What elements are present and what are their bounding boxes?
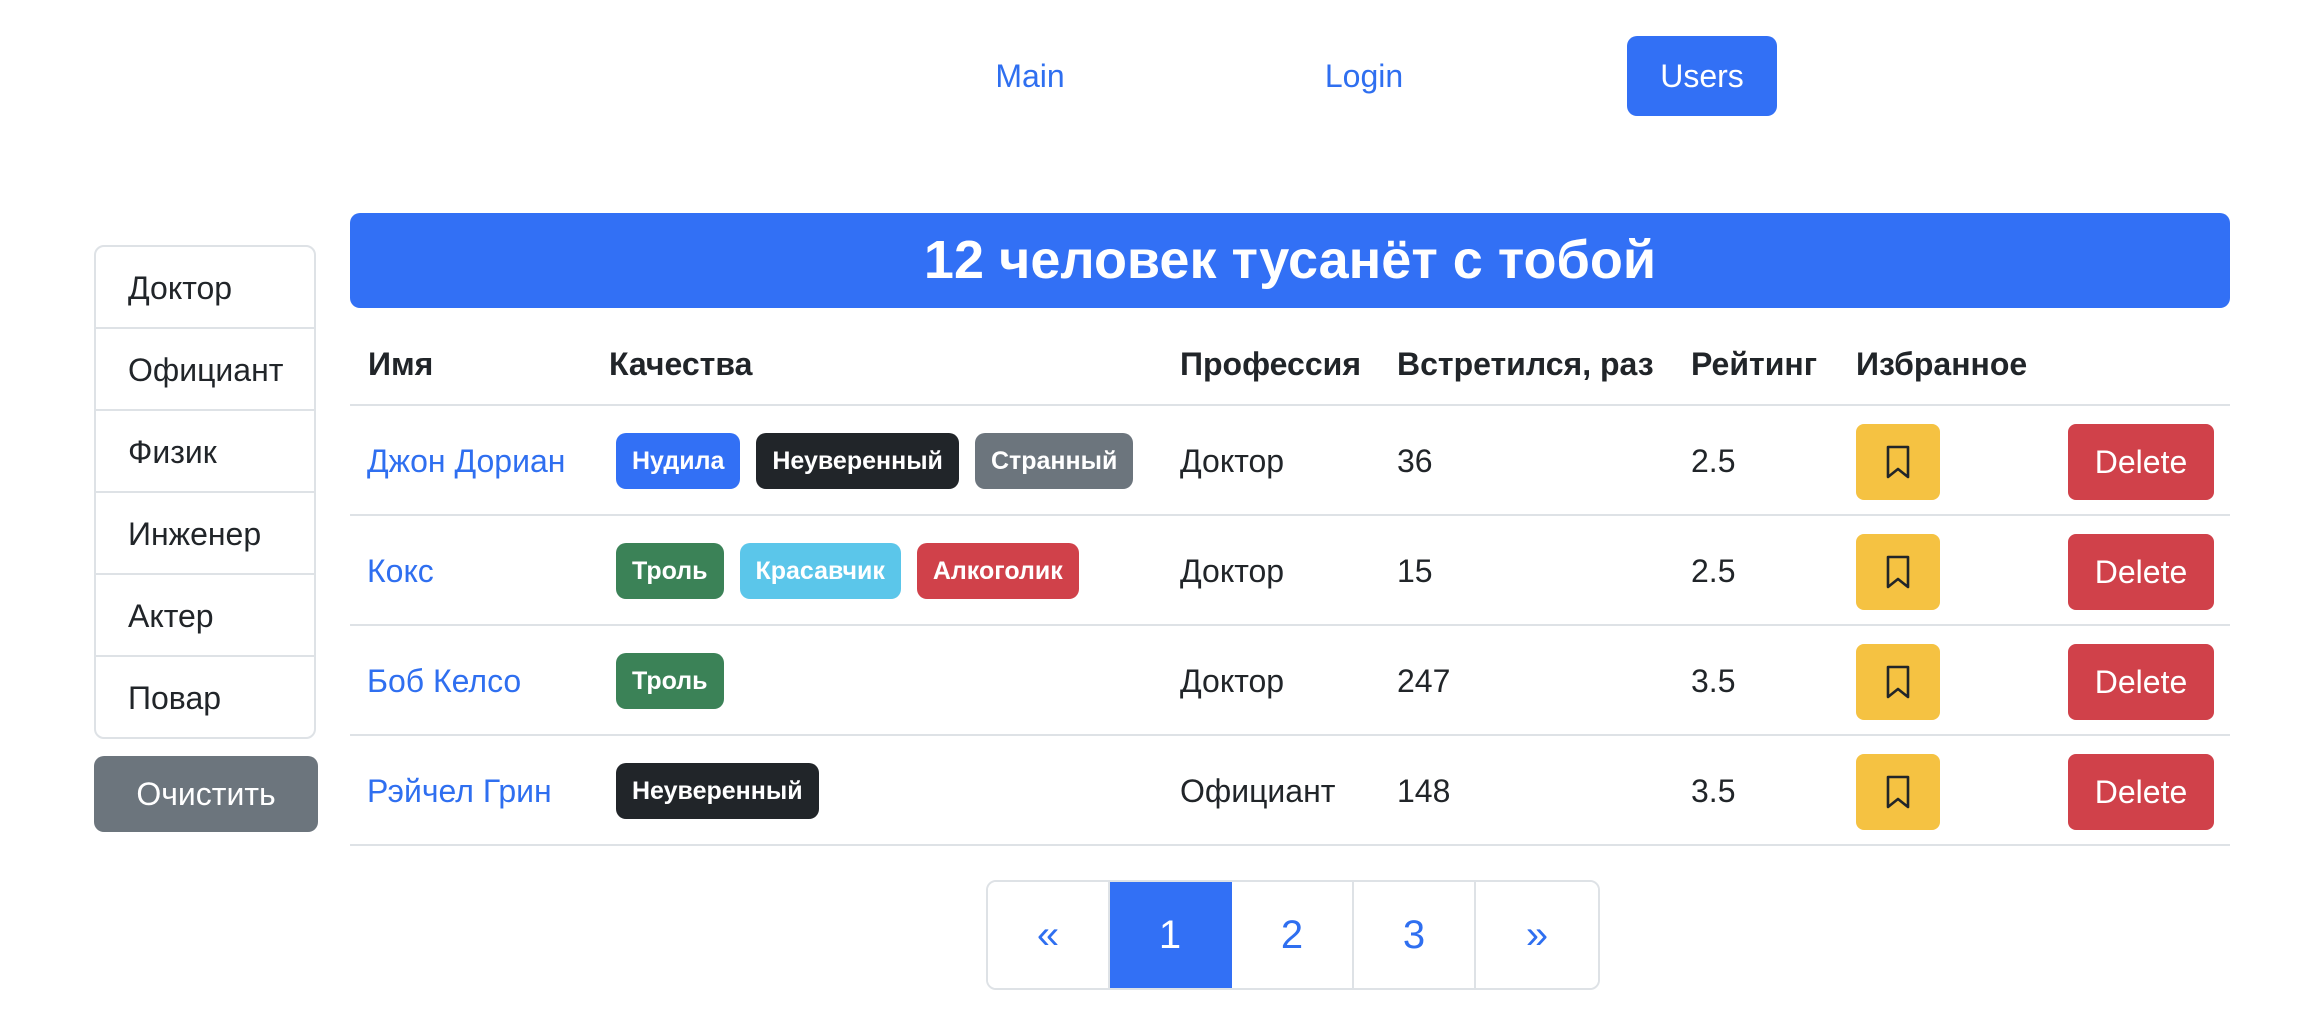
user-name-link[interactable]: Джон Дориан	[367, 443, 565, 479]
profession-cell: Доктор	[1180, 663, 1285, 699]
quality-badge: Алкоголик	[916, 543, 1079, 599]
rating-cell: 3.5	[1691, 663, 1736, 699]
sidebar-item-physicist[interactable]: Физик	[96, 411, 314, 493]
column-header-qualities: Качества	[609, 346, 753, 382]
profession-filter-list: Доктор Официант Физик Инженер Актер Пова…	[94, 245, 316, 739]
user-name-cell: Кокс	[367, 516, 434, 626]
bookmark-icon	[1886, 555, 1910, 589]
column-header-met-count: Встретился, раз	[1397, 346, 1654, 382]
user-name-link[interactable]: Кокс	[367, 553, 434, 589]
delete-button[interactable]: Delete	[2068, 534, 2214, 610]
top-nav: Main Login Users	[0, 36, 2300, 116]
pagination-prev[interactable]: «	[988, 882, 1110, 988]
pagination-page-1[interactable]: 1	[1110, 882, 1232, 988]
users-table: Имя Качества Профессия Встретился, раз Р…	[350, 308, 2230, 846]
bookmark-button[interactable]	[1856, 534, 1940, 610]
quality-badge: Красавчик	[739, 543, 901, 599]
bookmark-button[interactable]	[1856, 424, 1940, 500]
sidebar-item-actor[interactable]: Актер	[96, 575, 314, 657]
rating-cell: 2.5	[1691, 553, 1736, 589]
sidebar-item-engineer[interactable]: Инженер	[96, 493, 314, 575]
nav-link-main[interactable]: Main	[966, 36, 1094, 116]
clear-filter-button[interactable]: Очистить	[94, 756, 318, 832]
quality-badge: Нудила	[616, 433, 741, 489]
user-name-cell: Джон Дориан	[367, 406, 565, 516]
column-header-rating: Рейтинг	[1691, 346, 1818, 382]
bookmark-button[interactable]	[1856, 644, 1940, 720]
quality-badge: Неуверенный	[616, 763, 819, 819]
table-row: Рэйчел Грин Неуверенный Официант 148 3.5 Dele…	[350, 736, 2230, 846]
quality-badge: Странный	[974, 433, 1134, 489]
column-header-favorite: Избранное	[1856, 346, 2028, 382]
table-row: Джон Дориан Нудила Неуверенный Странный Докт…	[350, 406, 2230, 516]
sidebar-item-waiter[interactable]: Официант	[96, 329, 314, 411]
pagination-page-3[interactable]: 3	[1354, 882, 1476, 988]
nav-link-login[interactable]: Login	[1300, 36, 1428, 116]
profession-cell: Доктор	[1180, 443, 1285, 479]
qualities-cell: Троль	[616, 626, 724, 736]
bookmark-icon	[1886, 445, 1910, 479]
table-row: Боб Келсо Троль Доктор 247 3.5 Delete	[350, 626, 2230, 736]
profession-cell: Официант	[1180, 773, 1336, 809]
met-count-cell: 15	[1397, 553, 1433, 589]
column-header-profession: Профессия	[1180, 346, 1361, 382]
sidebar-item-doctor[interactable]: Доктор	[96, 247, 314, 329]
user-name-link[interactable]: Боб Келсо	[367, 663, 521, 699]
bookmark-icon	[1886, 665, 1910, 699]
table-row: Кокс Троль Красавчик Алкоголик Доктор 15 2.5 De…	[350, 516, 2230, 626]
delete-button[interactable]: Delete	[2068, 644, 2214, 720]
quality-badge: Троль	[616, 653, 724, 709]
profession-cell: Доктор	[1180, 553, 1285, 589]
qualities-cell: Троль Красавчик Алкоголик	[616, 516, 1079, 626]
column-header-name: Имя	[368, 346, 434, 382]
nav-link-users[interactable]: Users	[1627, 36, 1777, 116]
user-name-cell: Рэйчел Грин	[367, 736, 552, 846]
met-count-cell: 148	[1397, 773, 1451, 809]
bookmark-button[interactable]	[1856, 754, 1940, 830]
table-header: Имя Качества Профессия Встретился, раз Р…	[350, 308, 2230, 406]
pagination-next[interactable]: »	[1476, 882, 1598, 988]
delete-button[interactable]: Delete	[2068, 754, 2214, 830]
page-title: 12 человек тусанёт с тобой	[350, 213, 2230, 308]
met-count-cell: 36	[1397, 443, 1433, 479]
qualities-cell: Неуверенный	[616, 736, 819, 846]
quality-badge: Троль	[616, 543, 724, 599]
delete-button[interactable]: Delete	[2068, 424, 2214, 500]
sidebar-item-cook[interactable]: Повар	[96, 657, 314, 737]
quality-badge: Неуверенный	[756, 433, 959, 489]
bookmark-icon	[1886, 775, 1910, 809]
qualities-cell: Нудила Неуверенный Странный	[616, 406, 1134, 516]
table-body: Джон Дориан Нудила Неуверенный Странный Докт…	[350, 406, 2230, 846]
met-count-cell: 247	[1397, 663, 1451, 699]
user-name-cell: Боб Келсо	[367, 626, 521, 736]
pagination: « 1 2 3 »	[986, 880, 1600, 990]
rating-cell: 2.5	[1691, 443, 1736, 479]
user-name-link[interactable]: Рэйчел Грин	[367, 773, 552, 809]
pagination-page-2[interactable]: 2	[1232, 882, 1354, 988]
rating-cell: 3.5	[1691, 773, 1736, 809]
